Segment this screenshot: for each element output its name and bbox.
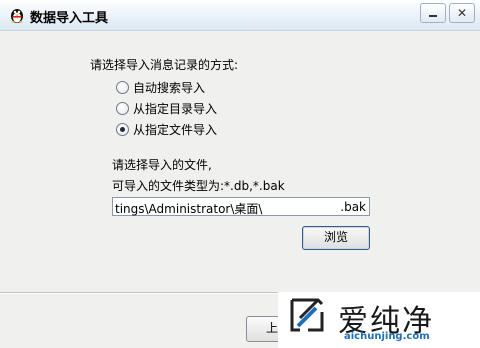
radio-label[interactable]: 从指定目录导入: [133, 100, 217, 117]
file-path-input[interactable]: tings\Administrator\桌面\ .bak: [112, 197, 370, 216]
close-button[interactable]: ✕: [449, 3, 475, 23]
import-tool-window: 数据导入工具 ✕ 请选择导入消息记录的方式: 自动搜索导入 从指定目录导入 从指…: [0, 0, 480, 348]
aichunjing-logo-icon: [288, 296, 326, 336]
import-method-prompt: 请选择导入消息记录的方式:: [90, 58, 239, 72]
radio-label[interactable]: 自动搜索导入: [133, 79, 205, 96]
minimize-icon: [421, 4, 445, 22]
penguin-icon: [8, 6, 26, 24]
radio-label[interactable]: 从指定文件导入: [133, 121, 217, 138]
watermark-url: aichunjing.com: [344, 331, 430, 342]
radio-button[interactable]: [116, 102, 129, 115]
radio-button[interactable]: [116, 81, 129, 94]
file-path-value: tings\Administrator\桌面\: [115, 202, 263, 216]
minimize-button[interactable]: [420, 3, 446, 23]
watermark: 爱纯净 aichunjing.com: [278, 292, 480, 348]
window-title: 数据导入工具: [30, 11, 109, 26]
file-type-hint: 可导入的文件类型为:*.db,*.bak: [112, 179, 285, 193]
radio-button-checked[interactable]: [116, 123, 129, 136]
file-select-hint: 请选择导入的文件,: [112, 158, 212, 172]
browse-button[interactable]: 浏览: [302, 226, 370, 250]
close-icon: ✕: [456, 6, 468, 20]
file-path-extension: .bak: [340, 200, 366, 214]
title-bar[interactable]: 数据导入工具 ✕: [0, 0, 480, 31]
